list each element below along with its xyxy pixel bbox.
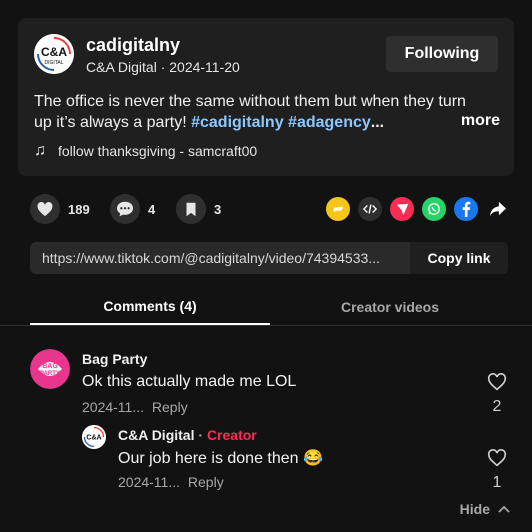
video-url[interactable]: https://www.tiktok.com/@cadigitalny/vide… [42,250,402,266]
reply-author: C&A Digital · Creator [118,427,257,443]
music-note-icon: ♫ [34,142,46,159]
heart-icon [30,194,60,224]
bookmark-icon [176,194,206,224]
hashtag-adagency[interactable]: #adagency [288,112,371,133]
facebook-icon[interactable] [454,197,478,221]
reply-date: 2024-11... [118,474,181,490]
save-button[interactable]: 3 [176,194,221,224]
description-text: up it’s always a party! [34,114,192,131]
like-count: 189 [68,201,90,217]
reply-reply-button[interactable]: Reply [188,474,224,490]
comment-like[interactable]: 2 [485,373,509,416]
description-ellipsis: ... [370,114,385,131]
chevron-up-icon [498,505,510,513]
comment-icon [110,194,140,224]
reply-like[interactable]: 1 [485,449,509,492]
author-name[interactable]: cadigitalny [86,35,180,56]
reply-button[interactable]: Reply [152,399,188,415]
cadigital-logo-icon: C&A DIGITAL [34,34,74,74]
cadigital-small-logo-icon: C&A [82,425,106,449]
author-subtitle: C&A Digital · 2024-11-20 [86,59,240,75]
save-count: 3 [214,201,222,217]
more-button[interactable]: more [461,112,500,130]
bag-party-logo-icon: BAG PARTY [30,349,70,389]
description-line-1: The office is never the same without the… [34,93,466,110]
badge-separator: · [194,427,207,443]
share-arrow-icon[interactable] [486,197,510,221]
reply-text: Our job here is done then 😂 [118,450,323,467]
comment-date: 2024-11... [82,399,145,415]
reply-avatar-text: C&A [86,435,101,442]
comment-tabs: Comments (4) Creator videos [0,288,532,326]
action-bar: 189 4 3 [30,194,508,226]
commenter-name[interactable]: Bag Party [82,351,147,367]
heart-outline-icon [487,373,507,391]
commenter-avatar[interactable]: BAG PARTY [30,349,70,389]
video-link-bar: https://www.tiktok.com/@cadigitalny/vide… [30,242,508,274]
description-line-2: up it’s always a party! #cadigitalny #ad… [34,112,504,133]
avatar-logo-text: C&A [41,45,67,59]
author-avatar[interactable]: C&A DIGITAL [34,34,74,74]
comment-button[interactable]: 4 [110,194,155,224]
reply-author-name[interactable]: C&A Digital [118,427,194,443]
music-link[interactable]: ♫ follow thanksgiving - samcraft00 [34,142,257,160]
creator-badge: Creator [206,427,257,443]
heart-outline-icon [487,449,507,467]
svg-text:BAG: BAG [42,363,58,370]
reply-like-count: 1 [492,474,502,491]
comment-text: Ok this actually made me LOL [82,373,297,390]
embed-icon[interactable] [358,197,382,221]
music-title: follow thanksgiving - samcraft00 [58,143,258,159]
svg-text:PARTY: PARTY [40,371,60,377]
hide-replies-button[interactable]: Hide [460,501,510,517]
reply-meta: 2024-11... Reply [118,474,224,490]
hide-label: Hide [459,501,490,517]
like-button[interactable]: 189 [30,194,90,224]
avatar-logo-sub: DIGITAL [44,60,63,66]
send-icon[interactable] [390,197,414,221]
repost-icon[interactable] [326,197,350,221]
tab-comments[interactable]: Comments (4) [30,288,270,325]
whatsapp-icon[interactable] [422,197,446,221]
video-description: The office is never the same without the… [34,91,504,133]
reply-avatar[interactable]: C&A [82,425,106,449]
following-button[interactable]: Following [386,36,498,72]
copy-link-button[interactable]: Copy link [410,242,508,274]
hashtag-cadigitalny[interactable]: #cadigitalny [191,112,283,133]
comment-like-count: 2 [492,398,502,415]
tab-creator-videos[interactable]: Creator videos [270,288,510,325]
comment-count: 4 [148,201,156,217]
comment-meta: 2024-11... Reply [82,399,188,415]
video-info-card: C&A DIGITAL cadigitalny C&A Digital · 20… [18,18,514,176]
